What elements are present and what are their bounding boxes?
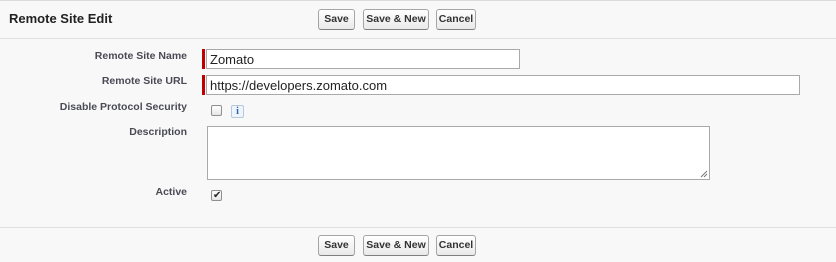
remote-site-name-required-marker bbox=[202, 49, 205, 69]
resize-grip-icon[interactable] bbox=[700, 170, 708, 178]
bottom-button-row: Save Save & New Cancel bbox=[318, 235, 478, 256]
remote-site-name-label: Remote Site Name bbox=[94, 50, 187, 62]
cancel-button-bottom[interactable]: Cancel bbox=[436, 235, 476, 256]
active-label: Active bbox=[155, 186, 187, 198]
remote-site-url-label: Remote Site URL bbox=[101, 75, 187, 87]
page-title: Remote Site Edit bbox=[9, 11, 113, 26]
remote-site-url-input[interactable] bbox=[206, 75, 800, 95]
save-button-bottom[interactable]: Save bbox=[318, 235, 355, 256]
edit-panel: Remote Site Edit Save Save & New Cancel … bbox=[0, 0, 836, 262]
page-header: Remote Site Edit Save Save & New Cancel bbox=[0, 1, 836, 39]
disable-protocol-security-label: Disable Protocol Security bbox=[59, 101, 187, 113]
checkmark-icon: ✔ bbox=[213, 190, 222, 201]
active-checkbox[interactable]: ✔ bbox=[211, 190, 222, 201]
info-icon[interactable]: i bbox=[231, 105, 244, 118]
cancel-button-top[interactable]: Cancel bbox=[436, 9, 476, 30]
remote-site-url-required-marker bbox=[202, 75, 205, 95]
page-footer: Save Save & New Cancel bbox=[0, 227, 836, 262]
save-button-top[interactable]: Save bbox=[318, 9, 355, 30]
description-textarea[interactable] bbox=[207, 126, 710, 180]
disable-protocol-security-checkbox[interactable] bbox=[211, 105, 222, 116]
description-label: Description bbox=[129, 126, 187, 138]
save-and-new-button-bottom[interactable]: Save & New bbox=[363, 235, 429, 256]
top-button-row: Save Save & New Cancel bbox=[318, 9, 478, 30]
save-and-new-button-top[interactable]: Save & New bbox=[363, 9, 429, 30]
remote-site-name-input[interactable] bbox=[206, 49, 520, 69]
